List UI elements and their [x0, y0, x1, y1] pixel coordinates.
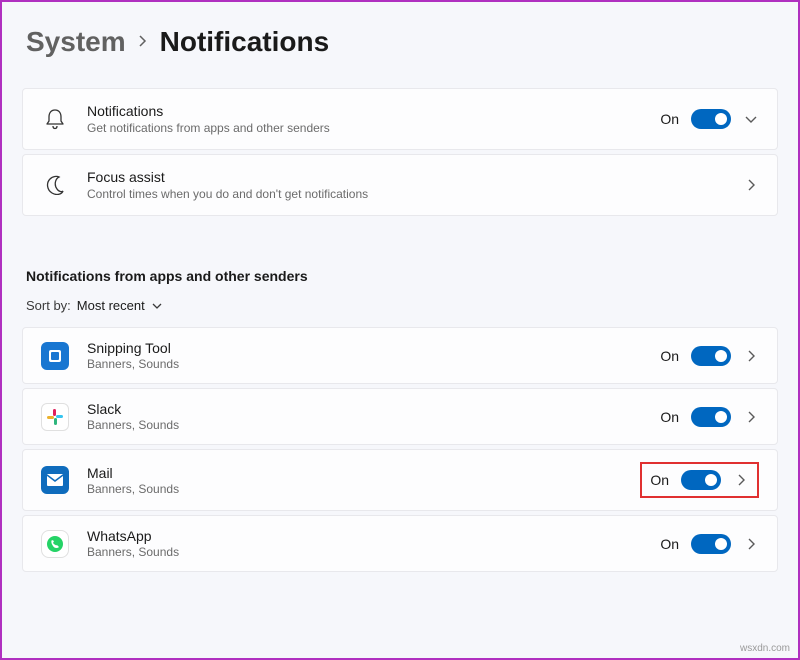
watermark: wsxdn.com [740, 643, 790, 654]
notifications-card[interactable]: Notifications Get notifications from app… [22, 88, 778, 150]
page-title: Notifications [160, 26, 330, 58]
chevron-right-icon[interactable] [743, 410, 759, 424]
app-subtitle: Banners, Sounds [87, 418, 660, 432]
sort-value: Most recent [77, 298, 145, 313]
highlighted-toggle-group: On [640, 462, 759, 498]
chevron-right-icon[interactable] [733, 473, 749, 487]
card-title: Notifications [87, 103, 660, 119]
app-name: WhatsApp [87, 528, 660, 544]
chevron-down-icon[interactable] [743, 114, 759, 124]
app-subtitle: Banners, Sounds [87, 545, 660, 559]
chevron-right-icon[interactable] [743, 537, 759, 551]
app-subtitle: Banners, Sounds [87, 357, 660, 371]
toggle-state-label: On [660, 409, 679, 425]
app-row-mail[interactable]: MailBanners, Sounds On [22, 449, 778, 511]
app-name: Slack [87, 401, 660, 417]
breadcrumb-parent[interactable]: System [26, 26, 126, 58]
sort-dropdown[interactable]: Sort by: Most recent [22, 298, 778, 313]
slack-app-icon [41, 403, 69, 431]
mail-app-icon [41, 466, 69, 494]
app-toggle[interactable] [691, 407, 731, 427]
breadcrumb: System Notifications [22, 26, 778, 58]
sort-label: Sort by: [26, 298, 71, 313]
chevron-right-icon[interactable] [743, 178, 759, 192]
chevron-down-icon [151, 302, 163, 310]
card-title: Focus assist [87, 169, 743, 185]
chevron-right-icon[interactable] [743, 349, 759, 363]
focus-assist-card[interactable]: Focus assist Control times when you do a… [22, 154, 778, 216]
toggle-state-label: On [650, 472, 669, 488]
app-toggle[interactable] [691, 534, 731, 554]
section-header: Notifications from apps and other sender… [22, 268, 778, 284]
card-subtitle: Control times when you do and don't get … [87, 187, 743, 201]
app-name: Mail [87, 465, 640, 481]
app-subtitle: Banners, Sounds [87, 482, 640, 496]
notifications-toggle[interactable] [691, 109, 731, 129]
toggle-group: On [660, 346, 759, 366]
app-toggle[interactable] [681, 470, 721, 490]
toggle-group: On [660, 534, 759, 554]
card-subtitle: Get notifications from apps and other se… [87, 121, 660, 135]
app-row-slack[interactable]: SlackBanners, SoundsOn [22, 388, 778, 445]
toggle-state-label: On [660, 536, 679, 552]
app-toggle[interactable] [691, 346, 731, 366]
toggle-state-label: On [660, 348, 679, 364]
chevron-right-icon [138, 31, 148, 54]
app-name: Snipping Tool [87, 340, 660, 356]
snip-app-icon [41, 342, 69, 370]
bell-icon [41, 105, 69, 133]
app-row-whatsapp[interactable]: WhatsAppBanners, SoundsOn [22, 515, 778, 572]
whatsapp-app-icon [41, 530, 69, 558]
toggle-state-label: On [660, 111, 679, 127]
toggle-group: On [660, 407, 759, 427]
moon-icon [41, 171, 69, 199]
app-row-snipping-tool[interactable]: Snipping ToolBanners, SoundsOn [22, 327, 778, 384]
